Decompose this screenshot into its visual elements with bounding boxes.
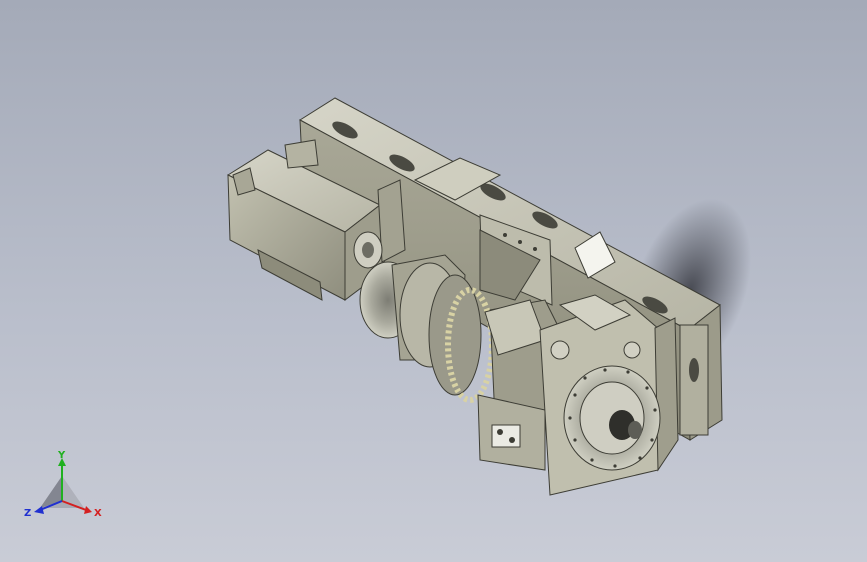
xyz-axis-triad-icon: Y X Z — [24, 450, 102, 519]
y-axis-label: Y — [57, 450, 66, 461]
x-axis-label: X — [94, 508, 102, 519]
cad-viewport[interactable]: Y X Z — [0, 0, 867, 562]
rotary-head[interactable] — [477, 294, 679, 496]
z-axis-label: Z — [24, 508, 31, 519]
cad-model-assembly[interactable] — [0, 0, 867, 562]
